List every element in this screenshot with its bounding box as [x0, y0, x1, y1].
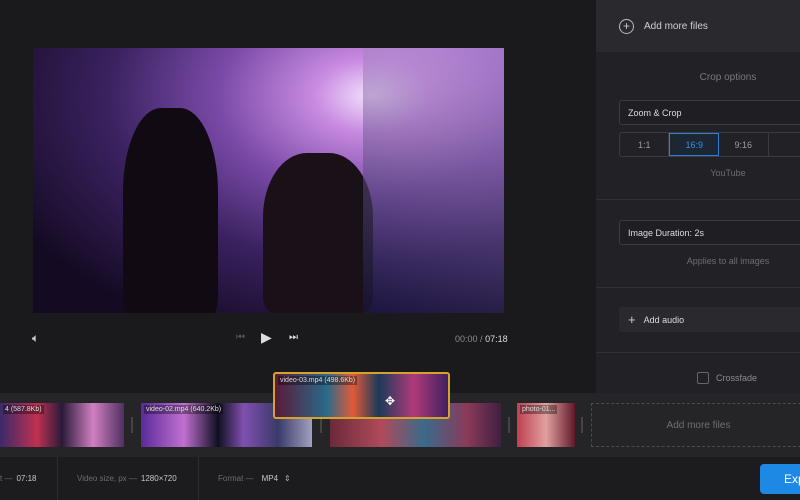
add-files-label: Add more files — [644, 20, 708, 32]
skip-back-icon[interactable]: ⏮︎ — [236, 332, 245, 343]
updown-icon: ⇕ — [284, 474, 291, 483]
crossfade-label: Crossfade — [716, 373, 758, 383]
timeline-clip[interactable]: photo-01... — [517, 403, 575, 447]
add-audio-label: Add audio — [643, 314, 685, 325]
time-total: 07:18 — [485, 334, 508, 344]
add-audio-button[interactable]: + Add audio — [619, 307, 800, 332]
timeline-clip[interactable]: 4 (587.8Kb) — [0, 403, 124, 447]
settings-panel: + Add more files Crop options Zoom & Cro… — [596, 0, 800, 393]
time-display: 00:00 / 07:18 — [455, 334, 508, 344]
bottom-bar: t —07:18 Video size, px —1280×720 Format… — [0, 457, 800, 500]
clip-label: video-02.mp4 (640.2Kb) — [144, 405, 224, 414]
crossfade-checkbox[interactable] — [697, 372, 709, 384]
ratio-selector: 1:1 16:9 9:16 — [619, 132, 800, 157]
ratio-caption: YouTube — [710, 168, 746, 178]
skip-forward-icon[interactable]: ⏭︎ — [289, 332, 298, 343]
size-label: Video size, px — — [77, 474, 137, 483]
duration-value: 07:18 — [16, 474, 37, 483]
divider — [57, 457, 58, 500]
format-select[interactable]: Format — MP4 ⇕ — [218, 457, 291, 500]
play-icon[interactable]: ▶︎ — [261, 329, 272, 346]
size-value: 1280×720 — [140, 474, 177, 483]
divider — [198, 457, 199, 500]
ratio-9-16[interactable]: 9:16 — [719, 133, 769, 156]
video-size-info: Video size, px —1280×720 — [77, 457, 177, 500]
dragged-clip-label: video-03.mp4 (498.6Kb) — [278, 376, 358, 385]
duration-caption: Applies to all images — [686, 256, 770, 266]
crop-mode-select[interactable]: Zoom & Crop — [619, 100, 800, 125]
guitarist-figure — [123, 108, 218, 313]
crop-title: Crop options — [699, 72, 757, 83]
clip-divider[interactable] — [320, 417, 322, 433]
clip-divider[interactable] — [581, 417, 583, 433]
ratio-16-9[interactable]: 16:9 — [669, 133, 720, 156]
dragged-clip[interactable]: video-03.mp4 (498.6Kb) ✥ — [273, 372, 450, 419]
time-sep: / — [480, 334, 483, 344]
duration-label: t — — [0, 474, 13, 483]
clip-divider[interactable] — [131, 417, 133, 433]
crossfade-toggle[interactable]: Crossfade — [697, 372, 757, 384]
stage-truss — [363, 48, 504, 313]
video-preview[interactable] — [33, 48, 504, 313]
divider — [596, 352, 800, 353]
clip-divider[interactable] — [508, 417, 510, 433]
divider — [596, 287, 800, 288]
clip-label: 4 (587.8Kb) — [3, 405, 44, 414]
add-more-files-button[interactable]: + Add more files — [596, 0, 800, 52]
ratio-1-1[interactable]: 1:1 — [620, 133, 670, 156]
volume-icon[interactable]: 🔈︎ — [32, 331, 39, 346]
drummer-figure — [263, 153, 373, 313]
ratio-more[interactable] — [769, 133, 800, 156]
clip-label: photo-01... — [520, 405, 558, 414]
plus-circle-icon: + — [619, 18, 634, 34]
image-duration-field[interactable]: Image Duration: 2s — [619, 220, 800, 245]
plus-icon: + — [628, 312, 636, 327]
divider — [596, 199, 800, 200]
add-more-files-dropzone[interactable]: Add more files — [591, 403, 800, 447]
move-cursor-icon: ✥ — [385, 394, 396, 408]
format-value: MP4 — [261, 474, 279, 483]
duration-info: t —07:18 — [0, 457, 36, 500]
format-label: Format — — [218, 474, 254, 483]
time-current: 00:00 — [455, 334, 478, 344]
export-button[interactable]: Exp — [760, 464, 800, 494]
